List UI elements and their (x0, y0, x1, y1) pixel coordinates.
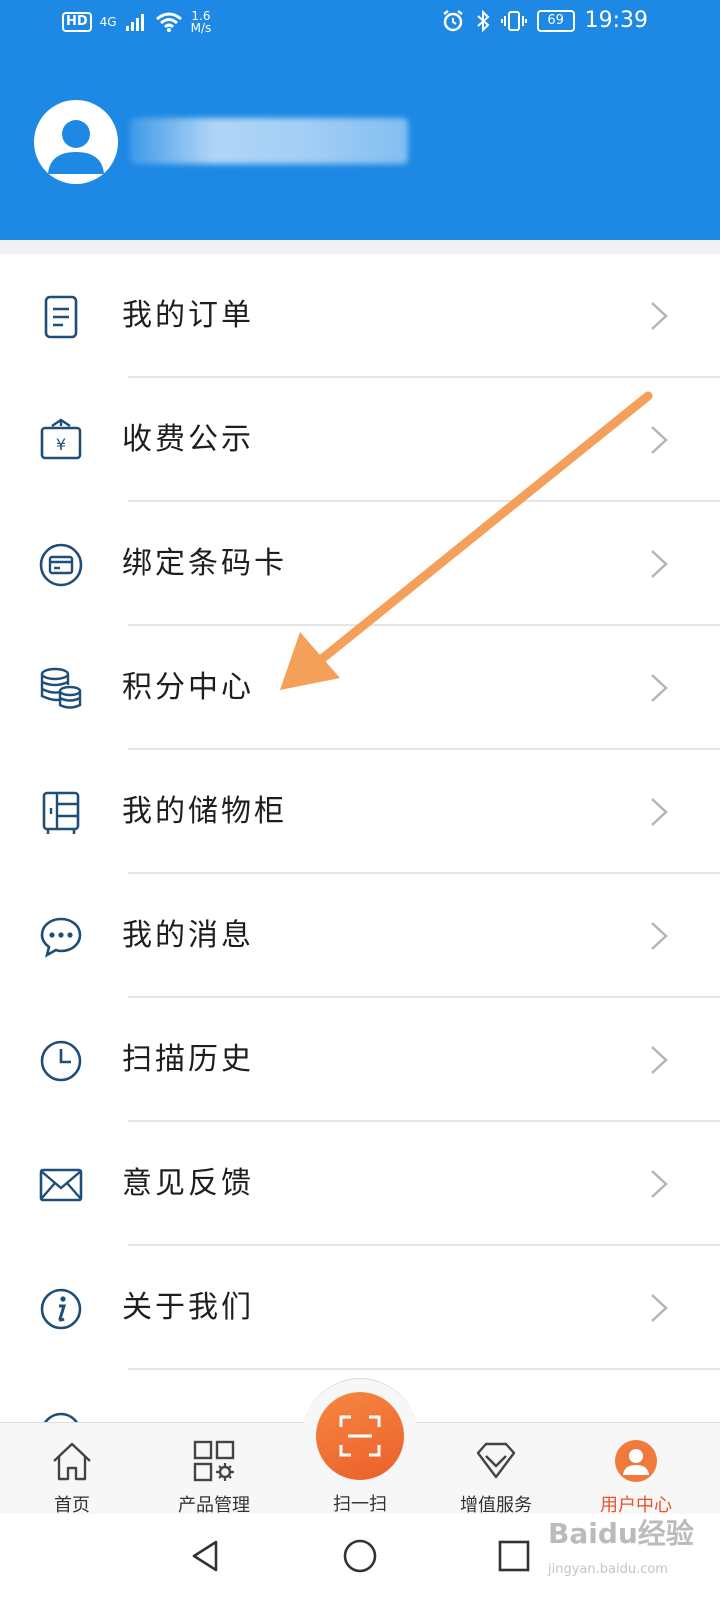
watermark-logo: Baidu经验 (548, 1517, 694, 1550)
home-nav-icon[interactable] (340, 1536, 380, 1576)
menu-item-label: 关于我们 (122, 1290, 254, 1325)
menu-item-label: 我的消息 (122, 918, 254, 953)
menu-item-bind-card[interactable]: 绑定条码卡 (0, 502, 720, 626)
points-icon (40, 667, 82, 709)
status-bar: HD 4G 1.6 M/s 69 19:39 (0, 0, 720, 48)
mail-icon (39, 1168, 83, 1202)
alarm-icon (442, 9, 463, 31)
menu-item-label: 扫描历史 (122, 1042, 254, 1077)
username-blurred (130, 118, 408, 164)
info-icon (40, 1288, 82, 1330)
diamond-icon (476, 1442, 516, 1479)
menu-item-label: 积分中心 (122, 670, 254, 705)
menu-item-label: 绑定条码卡 (122, 546, 287, 581)
grid-settings-icon (193, 1440, 235, 1482)
clock-icon (40, 1040, 82, 1082)
menu-item-label: 意见反馈 (122, 1166, 254, 1201)
fee-notice-icon: ¥ (40, 418, 82, 460)
menu-item-feedback[interactable]: 意见反馈 (0, 1122, 720, 1246)
order-icon (44, 295, 78, 339)
menu-item-messages[interactable]: 我的消息 (0, 874, 720, 998)
chevron-right-icon (651, 550, 668, 578)
menu-item-fee-notice[interactable]: ¥ 收费公示 (0, 378, 720, 502)
chevron-right-icon (651, 674, 668, 702)
chevron-right-icon (651, 1170, 668, 1198)
user-avatar[interactable] (34, 100, 118, 184)
user-icon (48, 120, 104, 174)
svg-text:¥: ¥ (56, 435, 66, 454)
chevron-right-icon (651, 302, 668, 330)
menu-item-label: 收费公示 (122, 422, 254, 457)
wifi-icon (155, 12, 182, 32)
network-type: 4G (99, 15, 117, 29)
vibrate-icon (500, 10, 527, 31)
home-icon (53, 1442, 91, 1481)
chevron-right-icon (651, 798, 668, 826)
signal-icon (125, 14, 144, 31)
clock-time: 19:39 (584, 8, 648, 33)
menu-item-orders[interactable]: 我的订单 (0, 254, 720, 378)
bluetooth-icon (476, 9, 490, 32)
menu-item-label: 我的储物柜 (122, 794, 287, 829)
tab-value-added[interactable]: 增值服务 (436, 1423, 556, 1516)
tab-home[interactable]: 首页 (12, 1423, 132, 1516)
user-menu: 我的订单 ¥ 收费公示 绑定条码卡 积分中心 我的储物柜 我的消息 扫描历史 意… (0, 254, 720, 1454)
recents-icon[interactable] (494, 1536, 534, 1576)
back-icon[interactable] (186, 1536, 226, 1576)
menu-item-locker[interactable]: 我的储物柜 (0, 750, 720, 874)
locker-icon (42, 791, 80, 834)
network-speed: 1.6 M/s (190, 9, 212, 35)
battery-indicator: 69 (536, 9, 575, 32)
menu-item-about[interactable]: 关于我们 (0, 1246, 720, 1370)
watermark-url: jingyan.baidu.com (548, 1562, 668, 1577)
hd-badge: HD (62, 12, 92, 32)
chevron-right-icon (651, 1046, 668, 1074)
scan-icon (339, 1415, 381, 1457)
menu-item-scan-history[interactable]: 扫描历史 (0, 998, 720, 1122)
menu-item-label: 我的订单 (122, 298, 254, 333)
profile-header: HD 4G 1.6 M/s 69 19:39 (0, 0, 720, 240)
chevron-right-icon (651, 922, 668, 950)
tab-user-center[interactable]: 用户中心 (576, 1423, 696, 1516)
tab-products[interactable]: 产品管理 (154, 1423, 274, 1516)
scan-button[interactable] (316, 1392, 404, 1480)
message-icon (40, 917, 82, 958)
scan-label: 扫一扫 (333, 1494, 387, 1515)
chevron-right-icon (651, 1294, 668, 1322)
barcode-card-icon (39, 543, 83, 587)
menu-item-points[interactable]: 积分中心 (0, 626, 720, 750)
user-avatar-icon (615, 1440, 657, 1482)
chevron-right-icon (651, 426, 668, 454)
header-separator (0, 240, 720, 254)
